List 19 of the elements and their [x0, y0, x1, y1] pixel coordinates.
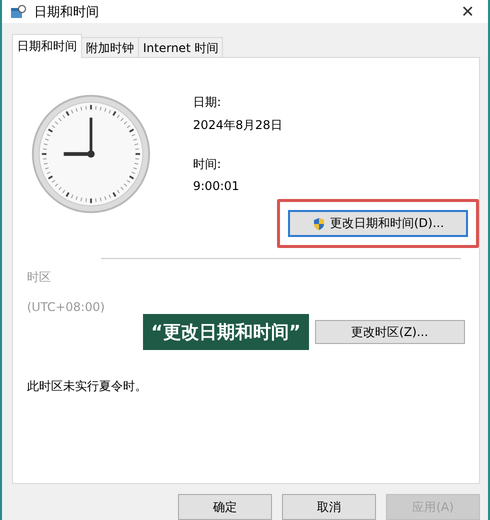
date-label: 日期: — [193, 94, 222, 111]
change-date-time-button[interactable]: 更改日期和时间(D)... — [288, 210, 468, 237]
close-button[interactable]: ✕ — [455, 2, 480, 22]
caption-banner: “更改日期和时间” — [143, 314, 309, 350]
time-zone-value: (UTC+08:00) — [27, 300, 105, 314]
date-value: 2024年8月28日 — [193, 117, 282, 134]
tab[interactable]: Internet 时间 — [138, 37, 224, 57]
change-time-zone-button[interactable]: 更改时区(Z)... — [314, 320, 465, 344]
window-title: 日期和时间 — [34, 4, 100, 20]
tab[interactable]: 日期和时间 — [12, 34, 82, 58]
calendar-clock-icon — [10, 4, 26, 20]
dialog-button[interactable]: 确定 — [178, 494, 272, 520]
dst-note: 此时区未实行夏令时。 — [27, 378, 147, 395]
dialog-button[interactable]: 取消 — [282, 494, 376, 520]
time-value: 9:00:01 — [193, 179, 240, 193]
time-zone-label: 时区 — [27, 269, 51, 286]
shield-icon — [312, 216, 326, 230]
tab[interactable]: 附加时钟 — [81, 37, 139, 57]
time-label: 时间: — [193, 156, 222, 173]
